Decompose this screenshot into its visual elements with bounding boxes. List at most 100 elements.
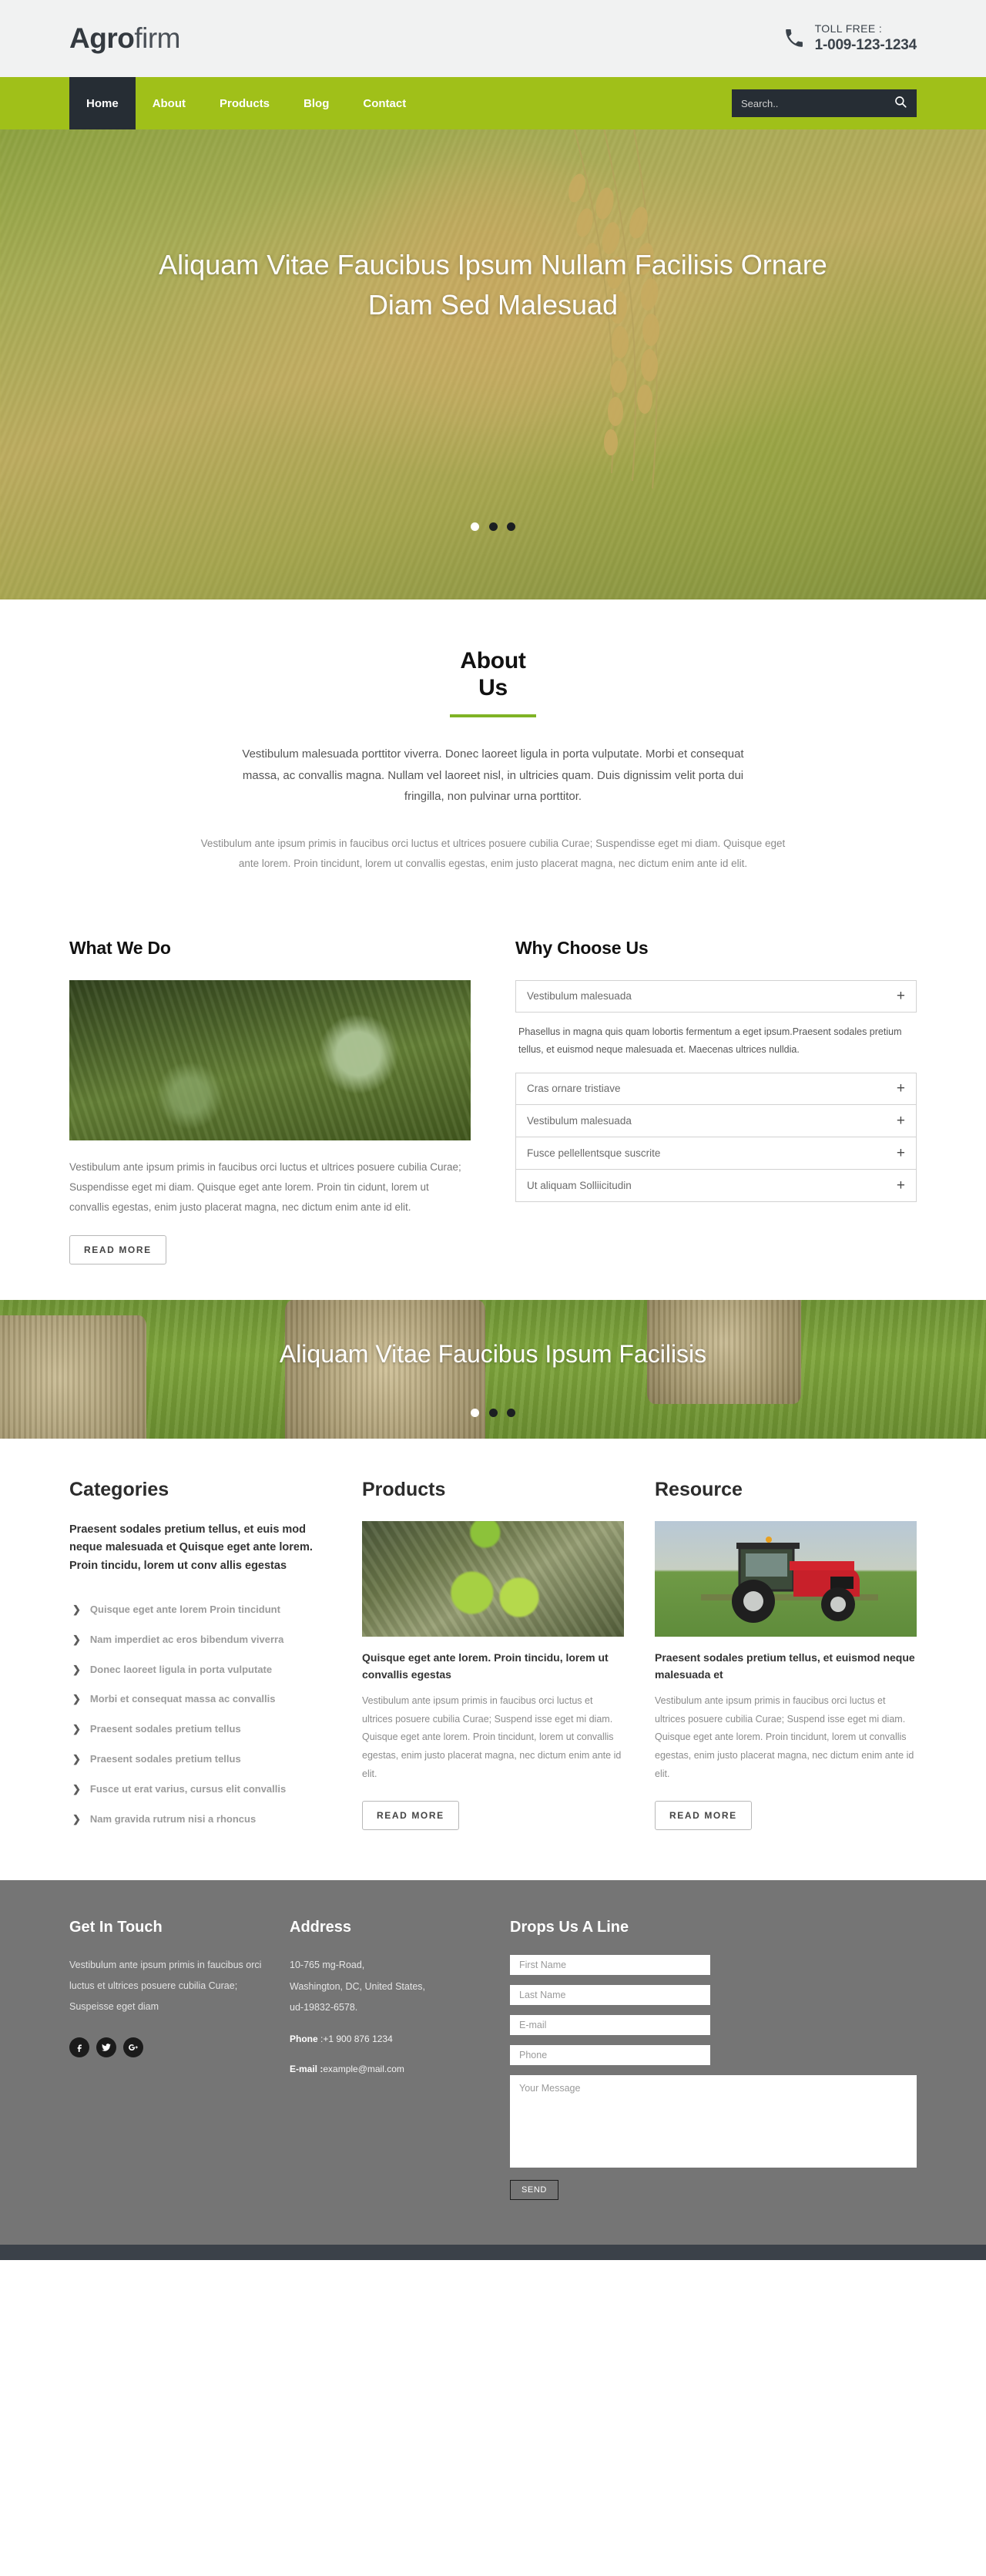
about-title: About Us xyxy=(69,647,917,702)
categories-list: ❯ Quisque eget ante lorem Proin tincidunt… xyxy=(69,1595,331,1834)
phone-icon xyxy=(784,29,804,49)
footer-bottom-bar xyxy=(0,2245,986,2261)
accordion-item-1[interactable]: Cras ornare tristiave + xyxy=(515,1072,917,1105)
category-label-5: Praesent sodales pretium tellus xyxy=(89,1723,241,1735)
search-box[interactable] xyxy=(732,89,917,117)
plus-icon[interactable]: + xyxy=(897,1113,905,1128)
address-email-value[interactable]: example@mail.com xyxy=(323,2064,404,2074)
list-item[interactable]: ❯ Nam gravida rutrum nisi a rhoncus xyxy=(69,1805,331,1835)
accordion-label-1: Cras ornare tristiave xyxy=(527,1083,621,1095)
what-we-do-title: What We Do xyxy=(69,937,171,958)
facebook-icon[interactable] xyxy=(69,2037,89,2058)
address-line-3: ud-19832-6578. xyxy=(290,2002,358,2013)
search-icon[interactable] xyxy=(894,95,907,113)
mid-banner-dot-1[interactable] xyxy=(471,1408,480,1417)
category-label-7: Fusce ut erat varius, cursus elit conval… xyxy=(89,1782,287,1795)
logo-light-text: firm xyxy=(134,22,180,54)
footer-get-in-touch: Get In Touch Vestibulum ante ipsum primi… xyxy=(69,1919,262,2200)
list-item[interactable]: ❯ Nam imperdiet ac eros bibendum viverra xyxy=(69,1625,331,1655)
accordion-item-3[interactable]: Fusce pellellentsque suscrite + xyxy=(515,1137,917,1170)
products-read-more-button[interactable]: READ MORE xyxy=(362,1800,459,1830)
toll-free-number[interactable]: 1-009-123-1234 xyxy=(815,36,917,55)
mid-banner-dot-2[interactable] xyxy=(488,1408,498,1417)
site-logo[interactable]: Agrofirm xyxy=(69,22,180,55)
hero-title: Aliquam Vitae Faucibus Ipsum Nullam Faci… xyxy=(159,249,827,321)
nav-item-home[interactable]: Home xyxy=(69,77,136,129)
message-textarea[interactable] xyxy=(510,2075,917,2168)
hero-dot-3[interactable] xyxy=(506,522,515,532)
list-item[interactable]: ❯ Donec laoreet ligula in porta vulputate xyxy=(69,1655,331,1685)
products-column: Products Quisque eget ante lorem. Proin … xyxy=(362,1479,624,1835)
nav-item-about[interactable]: About xyxy=(136,77,203,129)
nav-link-blog[interactable]: Blog xyxy=(287,77,346,129)
first-name-input[interactable] xyxy=(510,1955,710,1976)
send-button[interactable]: SEND xyxy=(510,2180,558,2201)
what-we-do-read-more-button[interactable]: READ MORE xyxy=(69,1234,166,1264)
resource-body: Vestibulum ante ipsum primis in faucibus… xyxy=(655,1694,914,1779)
category-label-1: Quisque eget ante lorem Proin tincidunt xyxy=(89,1604,280,1616)
about-lead-paragraph: Vestibulum malesuada porttitor viverra. … xyxy=(242,747,744,804)
what-we-do-and-why-choose-us: What We Do Vestibulum ante ipsum primis … xyxy=(69,905,917,1300)
accordion-item-4[interactable]: Ut aliquam Solliicitudin + xyxy=(515,1169,917,1202)
category-label-6: Praesent sodales pretium tellus xyxy=(89,1753,241,1765)
twitter-icon[interactable] xyxy=(96,2037,116,2058)
logo-bold-text: Agro xyxy=(69,22,135,54)
nav-link-products[interactable]: Products xyxy=(203,77,287,129)
nav-item-products[interactable]: Products xyxy=(203,77,287,129)
get-in-touch-body: Vestibulum ante ipsum primis in faucibus… xyxy=(69,1960,262,2013)
chevron-right-icon: ❯ xyxy=(72,1782,81,1795)
nav-item-blog[interactable]: Blog xyxy=(287,77,346,129)
address-line-1: 10-765 mg-Road, xyxy=(290,1960,365,1971)
address-phone-value[interactable]: :+1 900 876 1234 xyxy=(318,2034,393,2044)
accordion-item-open[interactable]: Vestibulum malesuada + xyxy=(515,979,917,1013)
search-input[interactable] xyxy=(741,97,894,109)
resource-read-more-button[interactable]: READ MORE xyxy=(655,1800,752,1830)
mid-banner-dot-3[interactable] xyxy=(506,1408,515,1417)
plus-icon[interactable]: + xyxy=(897,1081,905,1096)
phone-input[interactable] xyxy=(510,2045,710,2066)
nav-link-contact[interactable]: Contact xyxy=(346,77,423,129)
resource-title: Resource xyxy=(655,1478,743,1500)
resource-column: Resource Praesent sodales pretium tellus… xyxy=(655,1479,917,1835)
accordion-label-2: Vestibulum malesuada xyxy=(527,1114,632,1127)
about-section: About Us Vestibulum malesuada porttitor … xyxy=(0,599,986,905)
main-navigation: Home About Products Blog Contact xyxy=(0,77,986,129)
chevron-right-icon: ❯ xyxy=(72,1723,81,1735)
products-body: Vestibulum ante ipsum primis in faucibus… xyxy=(362,1694,622,1779)
footer-address: Address 10-765 mg-Road, Washington, DC, … xyxy=(290,1919,482,2200)
plus-icon[interactable]: + xyxy=(897,989,905,1003)
hero-slider-dots xyxy=(0,520,986,534)
last-name-input[interactable] xyxy=(510,1985,710,2006)
artichoke-field-photo xyxy=(69,979,471,1140)
hero-dot-1[interactable] xyxy=(471,522,480,532)
plus-icon[interactable]: + xyxy=(897,1146,905,1160)
plus-icon[interactable]: + xyxy=(897,1178,905,1193)
get-in-touch-title: Get In Touch xyxy=(69,1919,163,1936)
email-input[interactable] xyxy=(510,2015,710,2036)
list-item[interactable]: ❯ Fusce ut erat varius, cursus elit conva… xyxy=(69,1775,331,1805)
category-label-8: Nam gravida rutrum nisi a rhoncus xyxy=(89,1812,257,1825)
nav-link-home[interactable]: Home xyxy=(69,77,136,129)
list-item[interactable]: ❯ Quisque eget ante lorem Proin tincidunt xyxy=(69,1595,331,1625)
accordion-open-label: Vestibulum malesuada xyxy=(527,990,632,1003)
list-item[interactable]: ❯ Praesent sodales pretium tellus xyxy=(69,1745,331,1775)
nav-item-contact[interactable]: Contact xyxy=(346,77,423,129)
list-item[interactable]: ❯ Praesent sodales pretium tellus xyxy=(69,1715,331,1745)
toll-free-label: TOLL FREE : xyxy=(814,22,883,35)
chevron-right-icon: ❯ xyxy=(72,1753,81,1765)
top-bar: Agrofirm TOLL FREE : 1-009-123-1234 xyxy=(0,0,986,77)
address-phone-label: Phone xyxy=(290,2033,318,2044)
mid-banner: Aliquam Vitae Faucibus Ipsum Facilisis xyxy=(0,1299,986,1439)
accordion-item-2[interactable]: Vestibulum malesuada + xyxy=(515,1104,917,1137)
why-choose-us-column: Why Choose Us Vestibulum malesuada + Pha… xyxy=(515,938,917,1264)
hero-dot-2[interactable] xyxy=(488,522,498,532)
nav-link-about[interactable]: About xyxy=(136,77,203,129)
chevron-right-icon: ❯ xyxy=(72,1633,81,1645)
accordion-label-3: Fusce pellellentsque suscrite xyxy=(527,1147,661,1159)
hero-slider: Aliquam Vitae Faucibus Ipsum Nullam Faci… xyxy=(0,129,986,599)
footer-contact-form: Drops Us A Line SEND xyxy=(510,1919,917,2201)
list-item[interactable]: ❯ Morbi et consequat massa ac convallis xyxy=(69,1684,331,1715)
about-title-line2: Us xyxy=(478,675,508,701)
address-phone: Phone :+1 900 876 1234 xyxy=(290,2030,482,2049)
google-plus-icon[interactable] xyxy=(123,2037,143,2058)
